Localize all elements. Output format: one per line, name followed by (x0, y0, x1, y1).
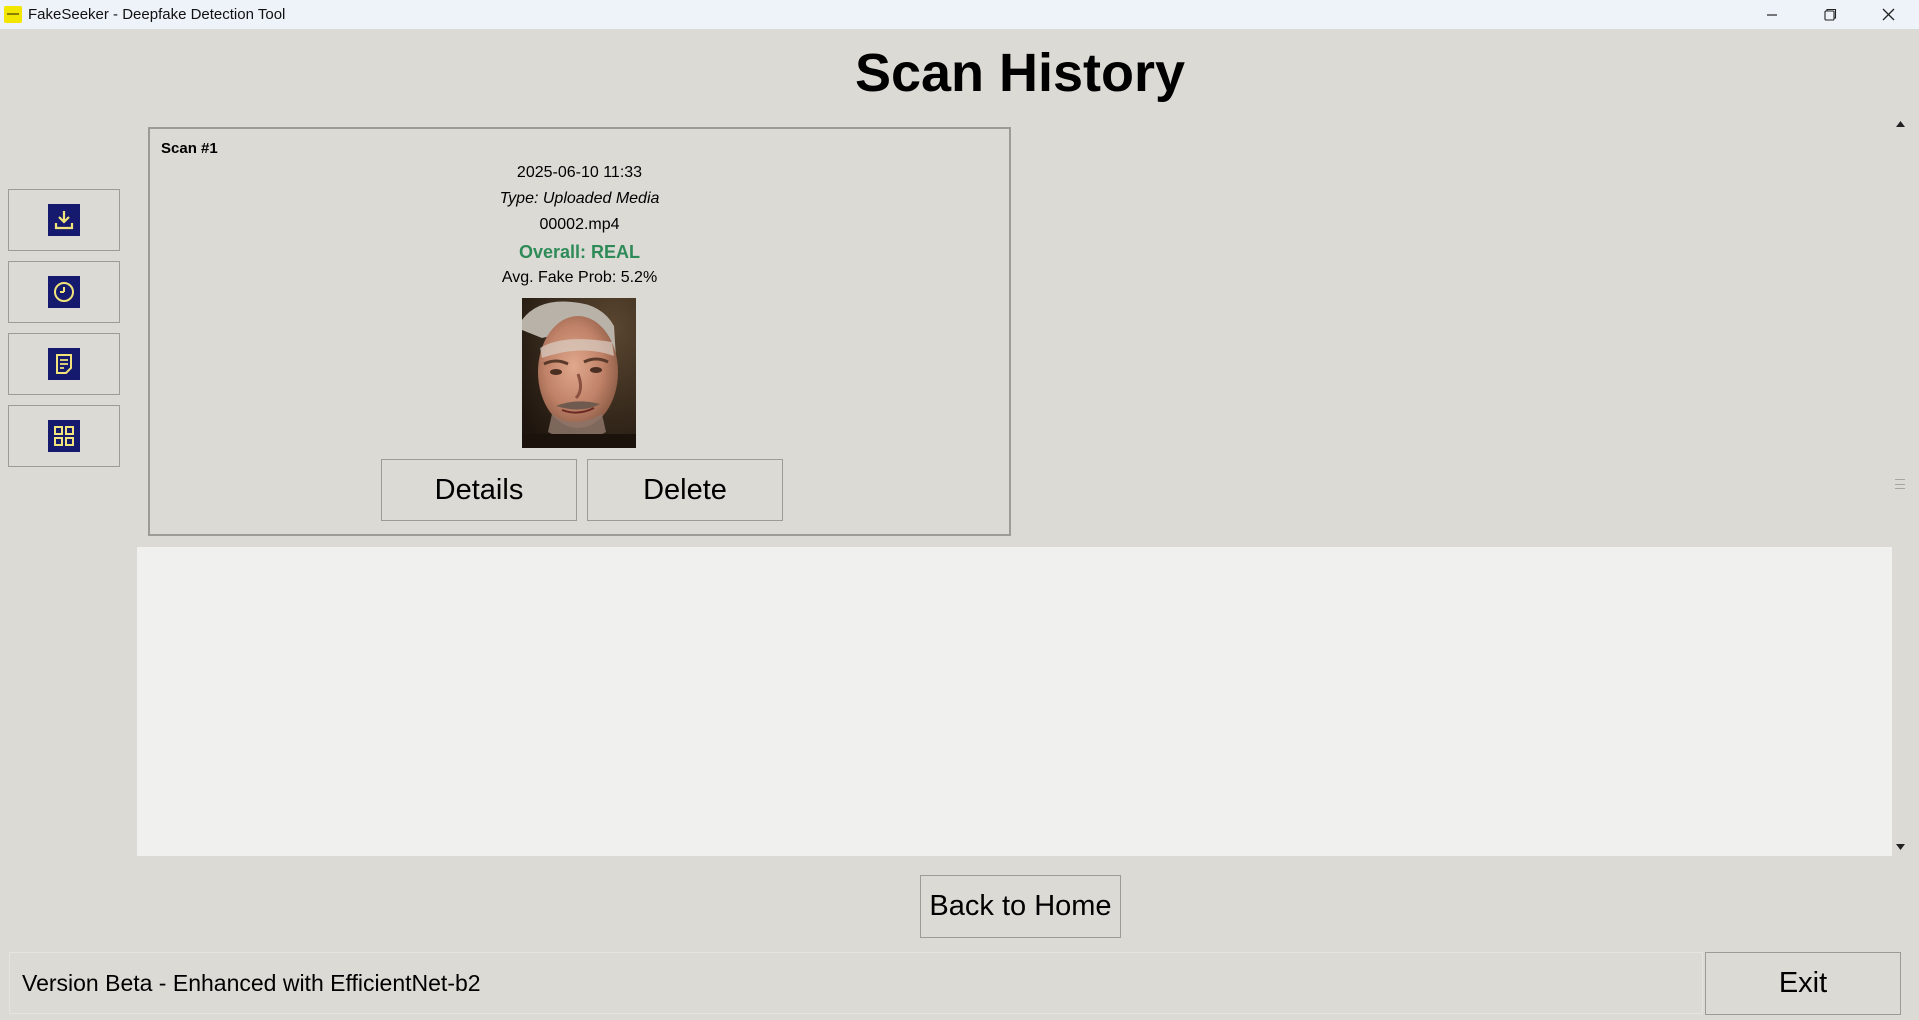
restore-button[interactable] (1801, 0, 1859, 29)
sidebar-item-upload[interactable] (8, 189, 120, 251)
app-icon (4, 6, 22, 23)
sidebar-item-dashboard[interactable] (8, 405, 120, 467)
scan-overall-result: Overall: REAL (518, 242, 641, 262)
scroll-down-arrow-icon[interactable] (1894, 841, 1906, 853)
vertical-scrollbar[interactable] (1892, 117, 1908, 856)
scan-filename: 00002.mp4 (539, 216, 620, 233)
minimize-icon (1767, 13, 1777, 16)
download-icon (48, 204, 80, 236)
details-button[interactable]: Details (381, 459, 577, 521)
exit-button[interactable]: Exit (1705, 952, 1901, 1015)
restore-icon (1823, 8, 1836, 21)
status-bar: Version Beta - Enhanced with EfficientNe… (9, 952, 1703, 1014)
delete-button[interactable]: Delete (587, 459, 783, 521)
face-thumbnail (522, 298, 636, 448)
window-title: FakeSeeker - Deepfake Detection Tool (28, 6, 286, 23)
close-button[interactable] (1859, 0, 1917, 29)
report-icon (48, 348, 80, 380)
scrollbar-grip[interactable] (1895, 479, 1905, 489)
scroll-up-arrow-icon[interactable] (1894, 118, 1906, 130)
scan-datetime: 2025-06-10 11:33 (516, 164, 643, 181)
sidebar-item-history[interactable] (8, 261, 120, 323)
sidebar-item-report[interactable] (8, 333, 120, 395)
scan-title: Scan #1 (161, 140, 218, 157)
close-icon (1882, 8, 1894, 21)
back-to-home-button[interactable]: Back to Home (920, 875, 1121, 938)
minimize-button[interactable] (1743, 0, 1801, 29)
scan-avg-fake-prob: Avg. Fake Prob: 5.2% (501, 269, 658, 286)
scan-type: Type: Uploaded Media (499, 190, 660, 207)
page-title: Scan History (854, 43, 1186, 103)
grid-icon (48, 420, 80, 452)
version-label: Version Beta - Enhanced with EfficientNe… (22, 970, 481, 996)
scan-card: Scan #1 2025-06-10 11:33 Type: Uploaded … (148, 127, 1011, 536)
title-bar: FakeSeeker - Deepfake Detection Tool (0, 0, 1919, 29)
clock-icon (48, 276, 80, 308)
